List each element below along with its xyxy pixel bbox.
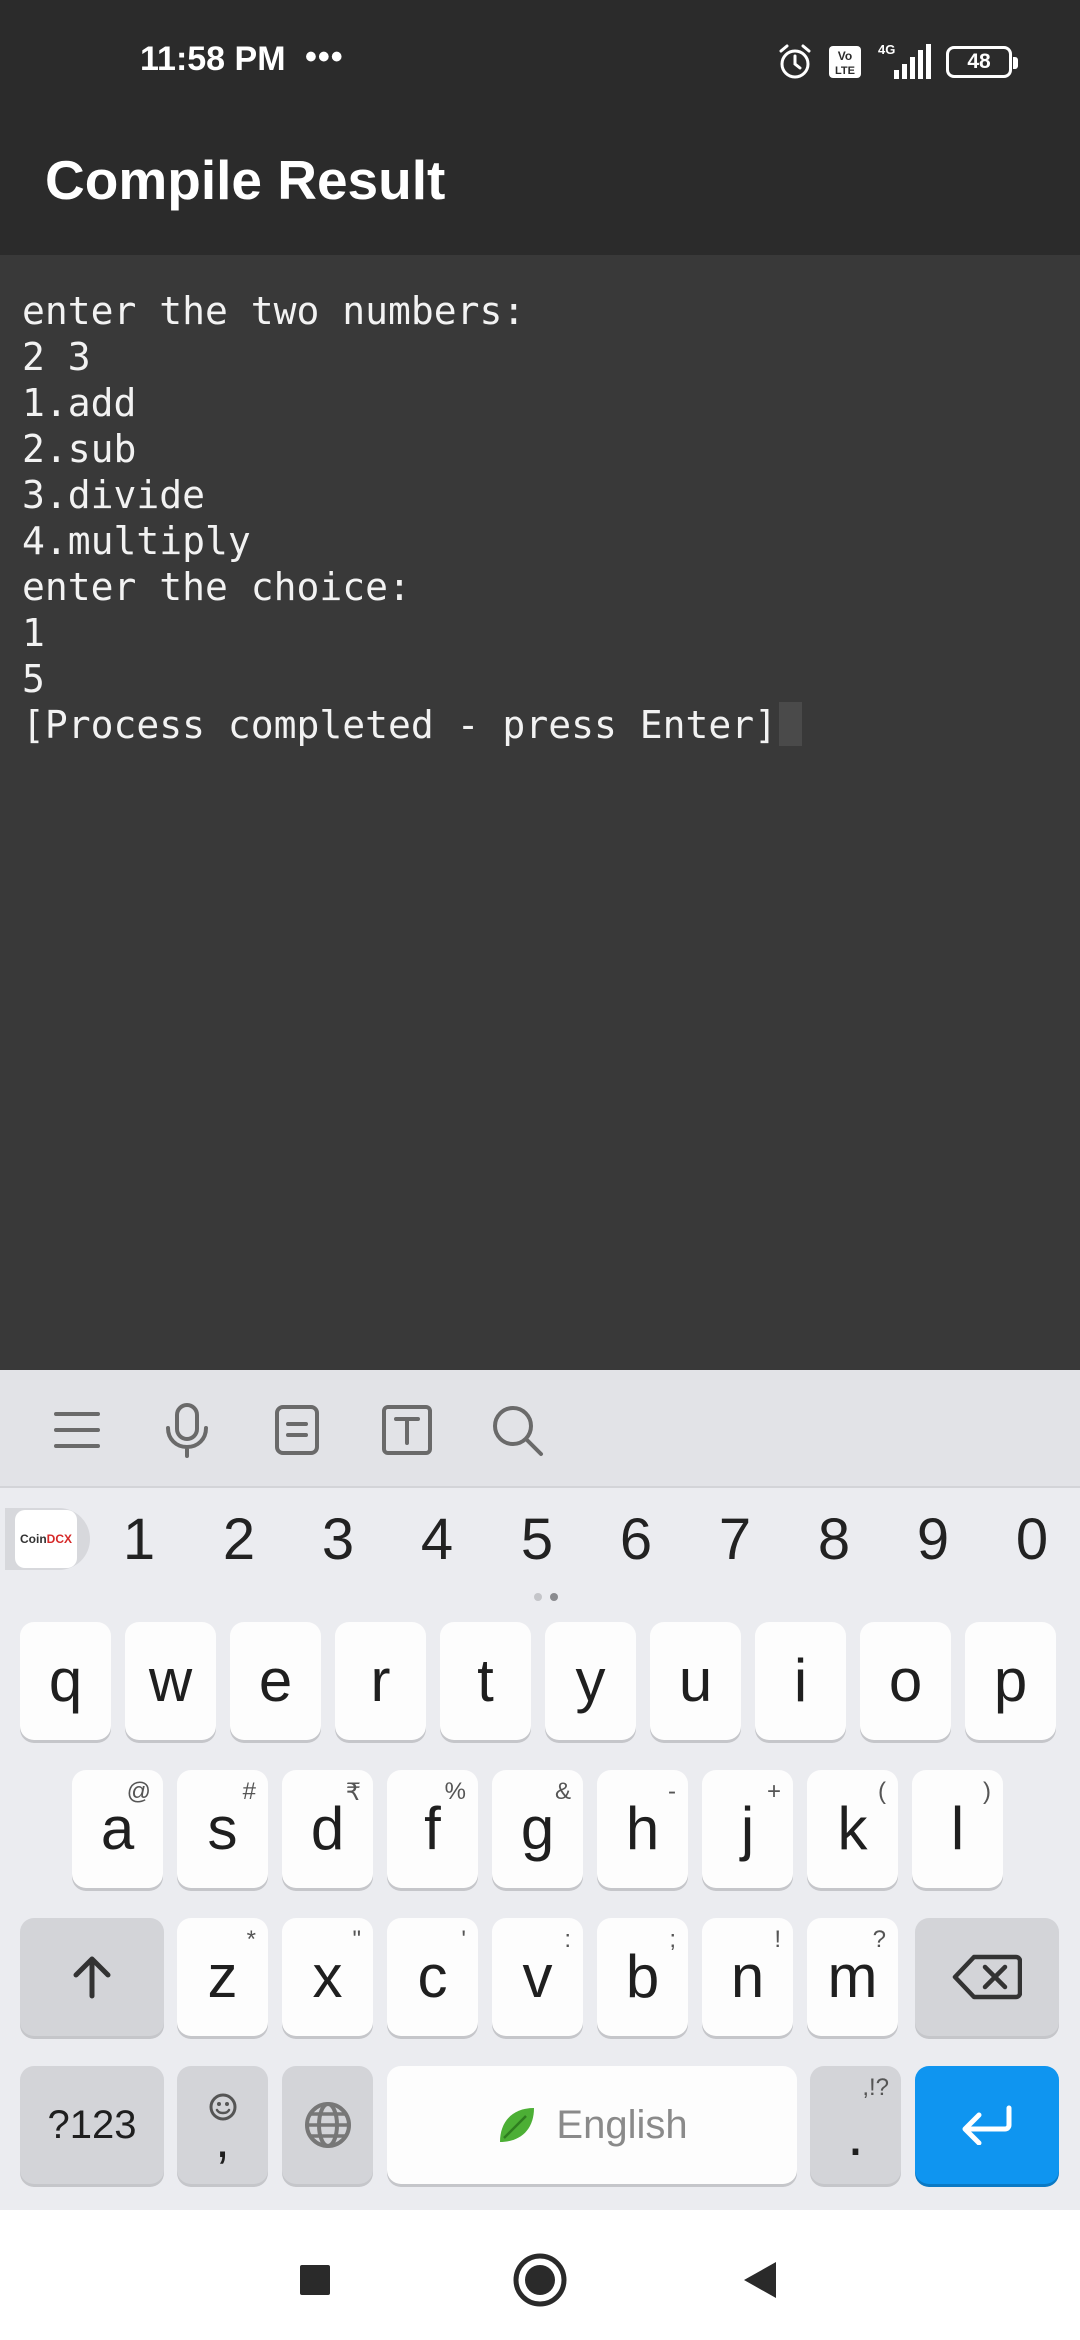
battery-level: 48 — [967, 50, 991, 73]
symbols-key[interactable]: ?123 — [20, 2066, 164, 2184]
process-completed-text: [Process completed - press Enter] — [22, 703, 777, 747]
shift-key[interactable] — [20, 1918, 164, 2036]
key-p[interactable]: p — [965, 1622, 1056, 1740]
volte-icon: Vo LTE — [828, 45, 862, 79]
key-t[interactable]: t — [440, 1622, 531, 1740]
key-5[interactable]: 5 — [504, 1508, 570, 1572]
period-key[interactable]: . ,!? — [810, 2066, 901, 2184]
key-0[interactable]: 0 — [999, 1508, 1065, 1572]
number-row: Coin DCX 1 2 3 4 5 6 7 8 9 0 — [0, 1488, 1080, 1588]
menu-icon[interactable] — [47, 1400, 107, 1460]
search-icon[interactable] — [487, 1400, 547, 1460]
console-line: 2.sub — [22, 427, 137, 471]
page-title: Compile Result — [45, 149, 446, 211]
key-b[interactable]: b; — [597, 1918, 688, 2036]
key-h[interactable]: h- — [597, 1770, 688, 1888]
key-m[interactable]: m? — [807, 1918, 898, 2036]
key-8[interactable]: 8 — [801, 1508, 867, 1572]
console-line: 4.multiply — [22, 519, 251, 563]
coindcx-badge[interactable]: Coin DCX — [5, 1508, 90, 1570]
key-f[interactable]: f% — [387, 1770, 478, 1888]
network-type-label: 4G — [878, 42, 895, 57]
key-y[interactable]: y — [545, 1622, 636, 1740]
key-w[interactable]: w — [125, 1622, 216, 1740]
svg-text:LTE: LTE — [835, 65, 855, 77]
console-line: 1.add — [22, 381, 137, 425]
key-u[interactable]: u — [650, 1622, 741, 1740]
key-9[interactable]: 9 — [900, 1508, 966, 1572]
app-bar: Compile Result — [0, 125, 1080, 255]
signal-4g-icon: 4G — [876, 42, 932, 82]
shift-arrow-icon — [73, 1956, 111, 1999]
soft-keyboard: Coin DCX 1 2 3 4 5 6 7 8 9 0 q w e r t y … — [0, 1370, 1080, 2210]
key-q[interactable]: q — [20, 1622, 111, 1740]
coindcx-logo: Coin DCX — [15, 1510, 77, 1568]
key-g[interactable]: g & — [492, 1770, 583, 1888]
microphone-icon[interactable] — [157, 1400, 217, 1460]
console-line: enter the two numbers: — [22, 289, 526, 333]
key-k[interactable]: k( — [807, 1770, 898, 1888]
key-d[interactable]: d ₹ — [282, 1770, 373, 1888]
status-time: 11:58 PM — [140, 40, 286, 78]
notification-dots: ••• — [305, 38, 344, 76]
globe-icon — [304, 2102, 351, 2148]
key-3[interactable]: 3 — [305, 1508, 371, 1572]
navigation-bar — [0, 2210, 1080, 2340]
key-o[interactable]: o — [860, 1622, 951, 1740]
svg-text:Vo: Vo — [838, 49, 852, 63]
keyboard-toolbar — [0, 1370, 1080, 1488]
enter-arrow-icon — [962, 2105, 1012, 2145]
console-line: 5 — [22, 657, 45, 701]
language-key[interactable] — [282, 2066, 373, 2184]
key-2[interactable]: 2 — [206, 1508, 272, 1572]
backspace-icon — [952, 1954, 1022, 2000]
key-a[interactable]: a @ — [72, 1770, 163, 1888]
recents-square-icon[interactable] — [285, 2250, 345, 2310]
console-output[interactable]: enter the two numbers: 2 3 1.add 2.sub 3… — [0, 255, 1080, 1370]
key-7[interactable]: 7 — [702, 1508, 768, 1572]
key-x[interactable]: x " — [282, 1918, 373, 2036]
status-bar: 11:58 PM ••• Vo LTE 4G 48 — [0, 0, 1080, 125]
status-icons: Vo LTE 4G 48 — [776, 40, 1018, 84]
clipboard-icon[interactable] — [267, 1400, 327, 1460]
console-line: enter the choice: — [22, 565, 411, 609]
console-line: 1 — [22, 611, 45, 655]
back-triangle-icon[interactable] — [730, 2250, 790, 2310]
key-1[interactable]: 1 — [106, 1508, 172, 1572]
leaf-logo-icon — [500, 2108, 535, 2142]
key-c[interactable]: c ' — [387, 1918, 478, 2036]
key-j[interactable]: j + — [702, 1770, 793, 1888]
key-6[interactable]: 6 — [603, 1508, 669, 1572]
text-format-icon[interactable] — [377, 1400, 437, 1460]
page-indicator — [532, 1590, 562, 1608]
key-z[interactable]: z * — [177, 1918, 268, 2036]
battery-icon: 48 — [946, 46, 1018, 78]
key-e[interactable]: e — [230, 1622, 321, 1740]
home-circle-icon[interactable] — [510, 2250, 570, 2310]
enter-key[interactable] — [915, 2066, 1059, 2184]
key-i[interactable]: i — [755, 1622, 846, 1740]
text-cursor — [778, 702, 802, 746]
key-l[interactable]: l) — [912, 1770, 1003, 1888]
key-v[interactable]: v: — [492, 1918, 583, 2036]
emoji-comma-key[interactable]: , — [177, 2066, 268, 2184]
key-s[interactable]: s # — [177, 1770, 268, 1888]
key-4[interactable]: 4 — [404, 1508, 470, 1572]
key-n[interactable]: n! — [702, 1918, 793, 2036]
console-line: 2 3 — [22, 335, 91, 379]
alarm-icon — [776, 43, 814, 81]
backspace-key[interactable] — [915, 1918, 1059, 2036]
key-r[interactable]: r — [335, 1622, 426, 1740]
space-bar[interactable]: English — [387, 2066, 797, 2184]
console-line: 3.divide — [22, 473, 206, 517]
console-last-line: [Process completed - press Enter] — [22, 702, 1080, 748]
